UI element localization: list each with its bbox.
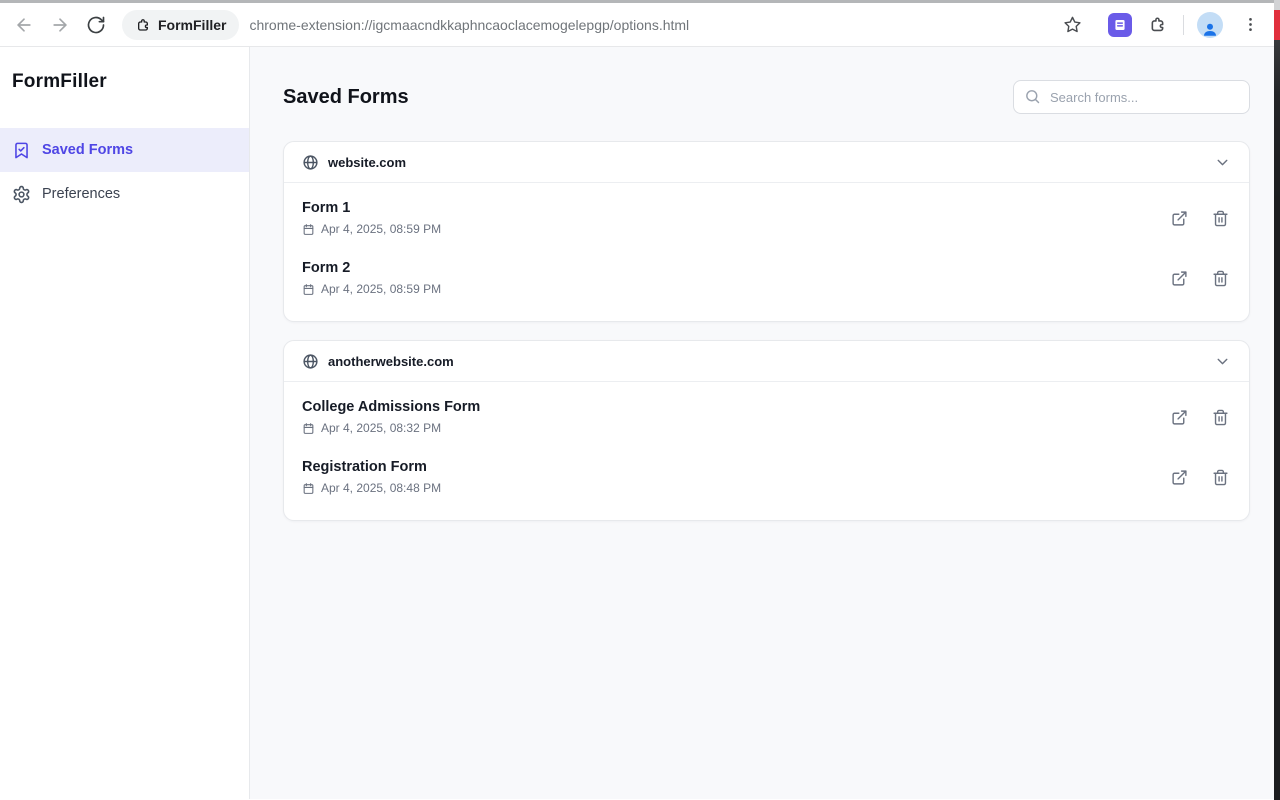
form-date: Apr 4, 2025, 08:32 PM [321, 421, 441, 435]
app-title: FormFiller [0, 47, 249, 93]
external-link-icon [1171, 469, 1188, 486]
search-input[interactable] [1013, 80, 1250, 114]
background-window-edge [1274, 0, 1280, 800]
background-window-red-edge [1274, 10, 1280, 40]
extension-puzzle-icon [135, 17, 151, 33]
delete-form-button[interactable] [1209, 207, 1231, 229]
three-dots-icon [1241, 15, 1260, 34]
domain-card: anotherwebsite.com College Admissions Fo… [283, 340, 1250, 521]
address-bar-url[interactable]: chrome-extension://igcmaacndkkaphncaocla… [249, 17, 689, 33]
browser-toolbar: FormFiller chrome-extension://igcmaacndk… [0, 3, 1280, 47]
domain-card: website.com Form 1 Apr 4, 2025, 08:59 PM… [283, 141, 1250, 322]
arrow-right-icon [50, 15, 70, 35]
card-body: Form 1 Apr 4, 2025, 08:59 PM Form 2 Apr … [284, 183, 1249, 321]
delete-form-button[interactable] [1209, 406, 1231, 428]
chevron-down-icon [1214, 154, 1231, 171]
open-form-button[interactable] [1168, 406, 1190, 428]
screen: FormFiller chrome-extension://igcmaacndk… [0, 0, 1280, 800]
form-row: Form 1 Apr 4, 2025, 08:59 PM [302, 188, 1231, 248]
arrow-left-icon [14, 15, 34, 35]
extension-pill-label: FormFiller [158, 17, 226, 33]
calendar-icon [302, 223, 315, 236]
form-name: Registration Form [302, 459, 1168, 475]
forward-button[interactable] [42, 7, 78, 43]
form-date: Apr 4, 2025, 08:48 PM [321, 481, 441, 495]
bookmark-star-button[interactable] [1056, 9, 1088, 41]
profile-button[interactable] [1194, 9, 1226, 41]
form-row: College Admissions Form Apr 4, 2025, 08:… [302, 387, 1231, 447]
extensions-puzzle-icon [1148, 15, 1167, 34]
form-date: Apr 4, 2025, 08:59 PM [321, 282, 441, 296]
extension-origin-pill[interactable]: FormFiller [122, 10, 239, 40]
domain-card-header[interactable]: anotherwebsite.com [284, 341, 1249, 382]
sidebar-item-preferences[interactable]: Preferences [0, 172, 249, 216]
sidebar-item-label: Preferences [42, 186, 120, 202]
form-groups: website.com Form 1 Apr 4, 2025, 08:59 PM… [283, 141, 1250, 521]
sidebar-item-label: Saved Forms [42, 142, 133, 158]
calendar-icon [302, 283, 315, 296]
globe-icon [302, 353, 319, 370]
delete-form-button[interactable] [1209, 267, 1231, 289]
trash-icon [1212, 270, 1229, 287]
pinned-extension-button[interactable] [1104, 9, 1136, 41]
form-name: Form 1 [302, 200, 1168, 216]
reload-icon [86, 15, 106, 35]
main-content: Saved Forms website.com Form 1 Apr 4, 20… [250, 47, 1280, 799]
formfiller-extension-icon [1108, 13, 1132, 37]
external-link-icon [1171, 210, 1188, 227]
toolbar-separator [1183, 15, 1184, 35]
open-form-button[interactable] [1168, 267, 1190, 289]
chevron-down-icon [1214, 353, 1231, 370]
star-icon [1063, 15, 1082, 34]
extensions-menu-button[interactable] [1141, 9, 1173, 41]
sidebar: FormFiller Saved Forms Preferences [0, 47, 250, 799]
external-link-icon [1171, 409, 1188, 426]
external-link-icon [1171, 270, 1188, 287]
form-row: Registration Form Apr 4, 2025, 08:48 PM [302, 447, 1231, 507]
gear-icon [12, 185, 31, 204]
open-form-button[interactable] [1168, 207, 1190, 229]
profile-avatar-icon [1197, 12, 1223, 38]
background-window-corner [1274, 0, 1280, 10]
trash-icon [1212, 469, 1229, 486]
search-icon [1024, 88, 1041, 105]
domain-label: anotherwebsite.com [328, 354, 454, 369]
open-form-button[interactable] [1168, 466, 1190, 488]
form-date: Apr 4, 2025, 08:59 PM [321, 222, 441, 236]
card-body: College Admissions Form Apr 4, 2025, 08:… [284, 382, 1249, 520]
form-name: Form 2 [302, 260, 1168, 276]
trash-icon [1212, 210, 1229, 227]
domain-card-header[interactable]: website.com [284, 142, 1249, 183]
trash-icon [1212, 409, 1229, 426]
browser-menu-button[interactable] [1234, 9, 1266, 41]
calendar-icon [302, 422, 315, 435]
page-title: Saved Forms [283, 86, 409, 109]
globe-icon [302, 154, 319, 171]
sidebar-item-saved-forms[interactable]: Saved Forms [0, 128, 249, 172]
domain-label: website.com [328, 155, 406, 170]
form-name: College Admissions Form [302, 399, 1168, 415]
back-button[interactable] [6, 7, 42, 43]
bookmark-check-icon [12, 141, 31, 160]
calendar-icon [302, 482, 315, 495]
sidebar-nav: Saved Forms Preferences [0, 128, 249, 216]
delete-form-button[interactable] [1209, 466, 1231, 488]
form-row: Form 2 Apr 4, 2025, 08:59 PM [302, 248, 1231, 308]
search-box [1013, 80, 1250, 114]
reload-button[interactable] [78, 7, 114, 43]
